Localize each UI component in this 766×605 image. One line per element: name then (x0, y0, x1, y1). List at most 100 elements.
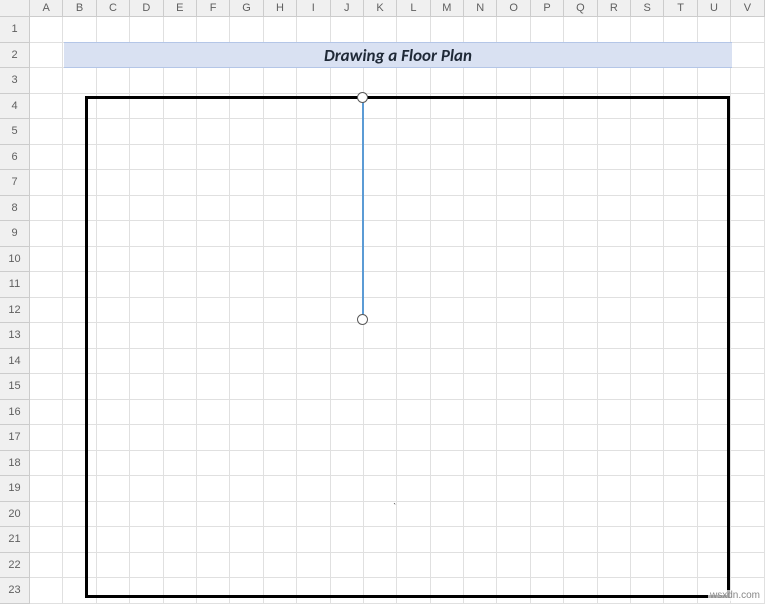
cell[interactable] (230, 272, 263, 298)
cell[interactable] (230, 374, 263, 400)
cell[interactable] (130, 94, 163, 120)
cell[interactable] (497, 425, 530, 451)
cell[interactable] (130, 170, 163, 196)
cell[interactable] (731, 170, 764, 196)
cell[interactable] (397, 68, 430, 94)
cell[interactable] (731, 476, 764, 502)
cell[interactable] (297, 17, 330, 43)
cell[interactable] (97, 196, 130, 222)
cell[interactable] (97, 502, 130, 528)
cell[interactable] (331, 374, 364, 400)
cell[interactable] (598, 298, 631, 324)
cell[interactable] (531, 119, 564, 145)
cell[interactable] (598, 425, 631, 451)
cell[interactable] (230, 94, 263, 120)
cell[interactable] (431, 578, 464, 604)
cell[interactable] (30, 196, 63, 222)
cell[interactable] (331, 196, 364, 222)
row-header[interactable]: 14 (0, 349, 30, 375)
cell[interactable] (397, 323, 430, 349)
cell[interactable] (364, 553, 397, 579)
cell[interactable] (464, 374, 497, 400)
cell[interactable] (164, 476, 197, 502)
cell[interactable] (531, 170, 564, 196)
cell[interactable] (197, 272, 230, 298)
cell[interactable] (464, 349, 497, 375)
cell[interactable] (698, 451, 731, 477)
cell[interactable] (297, 272, 330, 298)
cell[interactable] (264, 578, 297, 604)
cell[interactable] (397, 425, 430, 451)
cell[interactable] (431, 221, 464, 247)
cell[interactable] (631, 425, 664, 451)
cell[interactable] (698, 476, 731, 502)
row-header[interactable]: 21 (0, 527, 30, 553)
cell[interactable] (264, 323, 297, 349)
cell[interactable] (497, 170, 530, 196)
cell[interactable] (464, 298, 497, 324)
cell[interactable] (431, 272, 464, 298)
cell[interactable] (264, 502, 297, 528)
cell[interactable] (63, 553, 96, 579)
cell[interactable] (63, 451, 96, 477)
column-header[interactable]: J (331, 0, 364, 17)
cell[interactable] (731, 43, 764, 69)
cell[interactable] (164, 17, 197, 43)
cell[interactable] (397, 247, 430, 273)
cell[interactable] (664, 272, 697, 298)
column-header[interactable]: H (264, 0, 297, 17)
cell[interactable] (531, 425, 564, 451)
cell[interactable] (230, 323, 263, 349)
cell[interactable] (698, 247, 731, 273)
column-header[interactable]: B (63, 0, 96, 17)
cell[interactable] (731, 553, 764, 579)
column-header[interactable]: L (397, 0, 430, 17)
cell[interactable] (431, 17, 464, 43)
cell[interactable] (631, 196, 664, 222)
cell[interactable] (63, 578, 96, 604)
cell[interactable] (130, 119, 163, 145)
cell[interactable] (230, 247, 263, 273)
cell[interactable] (331, 400, 364, 426)
cell[interactable] (297, 298, 330, 324)
cell[interactable] (531, 94, 564, 120)
cell[interactable] (364, 17, 397, 43)
cell[interactable] (464, 145, 497, 171)
cell[interactable] (364, 451, 397, 477)
cell[interactable] (364, 298, 397, 324)
cell[interactable] (631, 502, 664, 528)
cell[interactable] (130, 425, 163, 451)
cell[interactable] (664, 196, 697, 222)
cell[interactable] (464, 119, 497, 145)
row-header[interactable]: 17 (0, 425, 30, 451)
cell[interactable] (497, 578, 530, 604)
cell[interactable] (230, 17, 263, 43)
cell[interactable] (331, 272, 364, 298)
cell[interactable] (97, 374, 130, 400)
cell[interactable] (130, 400, 163, 426)
cell[interactable] (631, 400, 664, 426)
cell[interactable] (197, 170, 230, 196)
cell[interactable] (564, 170, 597, 196)
cell[interactable] (631, 578, 664, 604)
cell[interactable] (731, 68, 764, 94)
cell[interactable] (264, 400, 297, 426)
cell[interactable] (598, 119, 631, 145)
cell[interactable] (564, 298, 597, 324)
cell[interactable] (130, 502, 163, 528)
cell[interactable] (631, 298, 664, 324)
cell[interactable] (531, 272, 564, 298)
cell[interactable] (464, 527, 497, 553)
cell[interactable] (397, 578, 430, 604)
cell[interactable] (331, 119, 364, 145)
cell[interactable] (631, 94, 664, 120)
cell[interactable] (698, 119, 731, 145)
cell[interactable] (197, 247, 230, 273)
cell[interactable] (564, 502, 597, 528)
cell[interactable] (664, 400, 697, 426)
cell[interactable] (331, 553, 364, 579)
cell[interactable] (164, 502, 197, 528)
cell[interactable] (497, 374, 530, 400)
cell[interactable] (197, 553, 230, 579)
cell[interactable] (130, 145, 163, 171)
